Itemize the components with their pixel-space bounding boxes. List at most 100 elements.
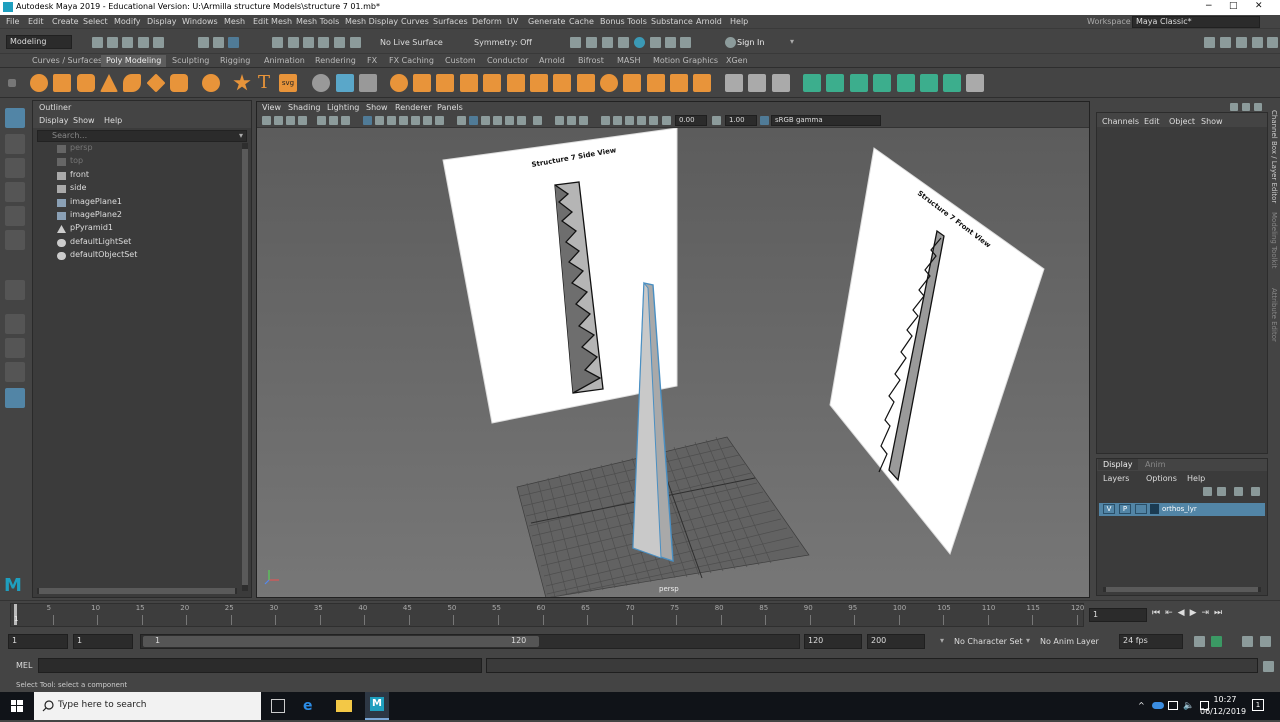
gamma-field[interactable]: 1.00 — [725, 115, 757, 126]
search-options-chevron-icon[interactable]: ▾ — [239, 131, 243, 140]
select-component-icon[interactable] — [228, 37, 239, 48]
shelf-tab-mash[interactable]: MASH — [617, 56, 640, 65]
menu-edit-mesh[interactable]: Edit Mesh — [253, 17, 292, 26]
anim-layer-chevron-icon[interactable]: ▾ — [1026, 636, 1030, 645]
resolution-gate-icon[interactable] — [387, 116, 396, 125]
single-perspective-layout-icon[interactable] — [5, 314, 25, 334]
safe-title-icon[interactable] — [435, 116, 444, 125]
script-language-label[interactable]: MEL — [16, 661, 32, 670]
toggle-channel-box-icon[interactable] — [1230, 103, 1238, 111]
outliner-menu-show[interactable]: Show — [73, 116, 95, 125]
go-to-start-icon[interactable]: ⏮ — [1152, 608, 1165, 618]
shelf-tab-curves-surfaces[interactable]: Curves / Surfaces — [32, 56, 102, 65]
new-layer-selected-icon[interactable] — [1251, 487, 1260, 496]
multisample-aa-icon[interactable] — [579, 116, 588, 125]
color-management-icon[interactable] — [760, 116, 769, 125]
taskbar-clock-time[interactable]: 10:27 — [1211, 695, 1239, 704]
sound-icon[interactable] — [1260, 636, 1271, 647]
layers-help-menu[interactable]: Help — [1187, 474, 1205, 483]
menu-deform[interactable]: Deform — [472, 17, 502, 26]
range-slider-track[interactable]: 1 120 — [140, 634, 800, 649]
four-view-layout-icon[interactable] — [5, 338, 25, 358]
close-button[interactable]: ✕ — [1255, 1, 1263, 11]
checker-icon[interactable] — [920, 74, 938, 92]
ipr-render-icon[interactable] — [602, 37, 613, 48]
task-view-icon[interactable] — [271, 699, 285, 713]
append-polygon-icon[interactable] — [460, 74, 478, 92]
layers-menu[interactable]: Layers — [1103, 474, 1129, 483]
isolate-select-icon[interactable] — [601, 116, 610, 125]
system-tray-chevron-icon[interactable]: ^ — [1138, 701, 1145, 710]
select-tool-icon[interactable] — [5, 108, 25, 128]
shelf-tab-custom[interactable]: Custom — [445, 56, 476, 65]
menu-set-dropdown[interactable]: Modeling — [6, 35, 72, 49]
snap-view-plane-icon[interactable] — [318, 37, 329, 48]
shelf-tab-rendering[interactable]: Rendering — [315, 56, 356, 65]
outliner-hscrollbar[interactable] — [37, 588, 237, 594]
vp-menu-view[interactable]: View — [262, 103, 281, 112]
animation-start-field[interactable]: 1 — [8, 634, 68, 649]
channel-edit-menu[interactable]: Edit — [1144, 117, 1160, 126]
menu-surfaces[interactable]: Surfaces — [433, 17, 468, 26]
shelf-tab-animation[interactable]: Animation — [264, 56, 305, 65]
rotate-tool-icon[interactable] — [5, 206, 25, 226]
fill-hole-icon[interactable] — [483, 74, 501, 92]
menu-select[interactable]: Select — [83, 17, 108, 26]
boolean-icon[interactable] — [553, 74, 571, 92]
gate-mask-icon[interactable] — [399, 116, 408, 125]
field-chart-icon[interactable] — [411, 116, 420, 125]
mirror-icon[interactable] — [577, 74, 595, 92]
use-all-lights-icon[interactable] — [517, 116, 526, 125]
poly-cube-icon[interactable] — [53, 74, 71, 92]
persp-outliner-layout-icon[interactable] — [5, 362, 25, 382]
platonic-solid-icon[interactable] — [202, 74, 220, 92]
lasso-tool-icon[interactable] — [5, 134, 25, 154]
safe-action-icon[interactable] — [423, 116, 432, 125]
shelf-menu-icon[interactable] — [8, 79, 16, 87]
merge-icon[interactable] — [507, 74, 525, 92]
shelf-tab-fx-caching[interactable]: FX Caching — [389, 56, 434, 65]
circularize-icon[interactable] — [647, 74, 665, 92]
vp-menu-lighting[interactable]: Lighting — [327, 103, 359, 112]
snap-grid-icon[interactable] — [272, 37, 283, 48]
select-object-icon[interactable] — [213, 37, 224, 48]
edge-browser-icon[interactable]: e — [303, 698, 313, 714]
layer-visibility-toggle[interactable]: V — [1103, 504, 1115, 514]
image-plane-toggle-icon[interactable] — [298, 116, 307, 125]
automatic-mapping-icon[interactable] — [873, 74, 891, 92]
open-scene-icon[interactable] — [107, 37, 118, 48]
outliner-search-input[interactable]: Search... — [37, 130, 247, 142]
menu-mesh-display[interactable]: Mesh Display — [345, 17, 398, 26]
bridge-icon[interactable] — [390, 74, 408, 92]
step-forward-frame-icon[interactable]: ⇥ — [1202, 608, 1215, 618]
grease-pencil-icon[interactable] — [317, 116, 326, 125]
start-button[interactable] — [0, 692, 34, 720]
menu-modify[interactable]: Modify — [114, 17, 141, 26]
loop-icon[interactable] — [1194, 636, 1205, 647]
move-tool-icon[interactable] — [5, 182, 25, 202]
smooth-shade-icon[interactable] — [469, 116, 478, 125]
snap-point-icon[interactable] — [303, 37, 314, 48]
combine-icon[interactable] — [312, 74, 330, 92]
shadows-icon[interactable] — [533, 116, 542, 125]
planar-mapping-icon[interactable] — [803, 74, 821, 92]
pause-icon[interactable] — [665, 37, 676, 48]
render-view-icon[interactable] — [570, 37, 581, 48]
network-icon[interactable] — [1168, 701, 1178, 710]
menu-bonus-tools[interactable]: Bonus Tools — [600, 17, 647, 26]
character-set-dropdown[interactable]: No Character Set — [954, 637, 1023, 646]
poke-icon[interactable] — [600, 74, 618, 92]
new-empty-layer-icon[interactable] — [1234, 487, 1243, 496]
tool-settings-icon[interactable] — [1267, 37, 1278, 48]
side-tab-modeling-toolkit[interactable]: Modeling Toolkit — [1270, 212, 1278, 268]
extract-icon[interactable] — [530, 74, 548, 92]
bevel-icon[interactable] — [436, 74, 454, 92]
menu-help[interactable]: Help — [730, 17, 748, 26]
select-hierarchy-icon[interactable] — [198, 37, 209, 48]
range-slider-bar[interactable] — [143, 636, 539, 647]
shelf-tab-rigging[interactable]: Rigging — [220, 56, 250, 65]
menu-generate[interactable]: Generate — [528, 17, 565, 26]
menu-display[interactable]: Display — [147, 17, 177, 26]
move-layer-up-icon[interactable] — [1203, 487, 1212, 496]
gamma-icon[interactable] — [712, 116, 721, 125]
